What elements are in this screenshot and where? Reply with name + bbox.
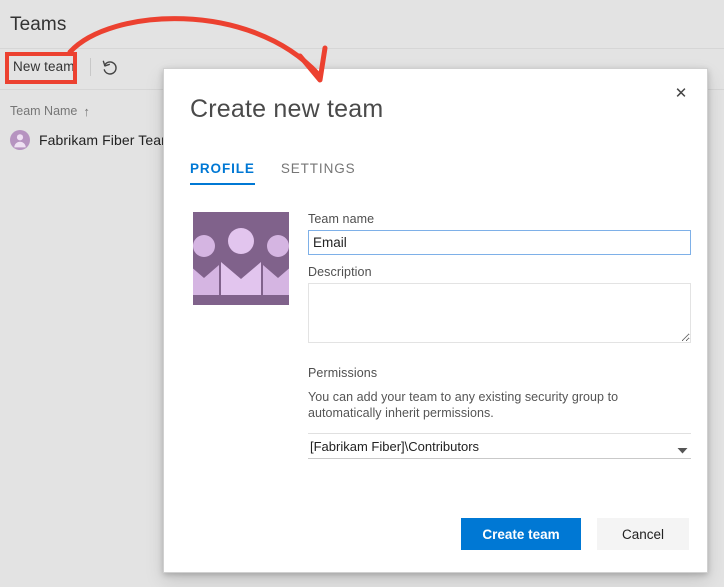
tab-settings[interactable]: SETTINGS [281, 161, 356, 185]
tab-profile[interactable]: PROFILE [190, 161, 255, 185]
close-icon[interactable]: ✕ [663, 77, 699, 109]
dialog-tabs: PROFILE SETTINGS [190, 161, 356, 185]
create-new-team-dialog: ✕ Create new team PROFILE SETTINGS Team … [163, 68, 708, 573]
create-team-button[interactable]: Create team [461, 518, 581, 550]
team-name-input[interactable] [308, 230, 691, 255]
column-header-team-name[interactable]: Team Name ↑ [10, 104, 90, 118]
column-header-label: Team Name [10, 104, 77, 118]
permissions-help-text: You can add your team to any existing se… [308, 389, 691, 421]
team-name-label: Team name [308, 212, 691, 226]
permissions-select[interactable]: [Fabrikam Fiber]\Contributors [308, 434, 691, 458]
permissions-label: Permissions [308, 366, 691, 380]
cancel-button[interactable]: Cancel [597, 518, 689, 550]
description-input[interactable] [308, 283, 691, 343]
list-item[interactable]: Fabrikam Fiber Team [10, 130, 173, 150]
toolbar-separator [90, 58, 91, 76]
page-title: Teams [10, 14, 66, 36]
description-label: Description [308, 265, 691, 279]
team-people-image[interactable] [193, 212, 289, 305]
dialog-form: Team name Description Permissions You ca… [308, 212, 691, 459]
list-item-label: Fabrikam Fiber Team [39, 132, 173, 148]
sort-ascending-icon: ↑ [83, 105, 90, 118]
dialog-title: Create new team [190, 95, 383, 124]
new-team-button[interactable]: New team [13, 59, 75, 74]
dialog-footer: Create team Cancel [164, 518, 707, 550]
refresh-icon[interactable] [98, 56, 122, 80]
permissions-select-wrapper: [Fabrikam Fiber]\Contributors [308, 433, 691, 459]
team-avatar-icon [10, 130, 30, 150]
